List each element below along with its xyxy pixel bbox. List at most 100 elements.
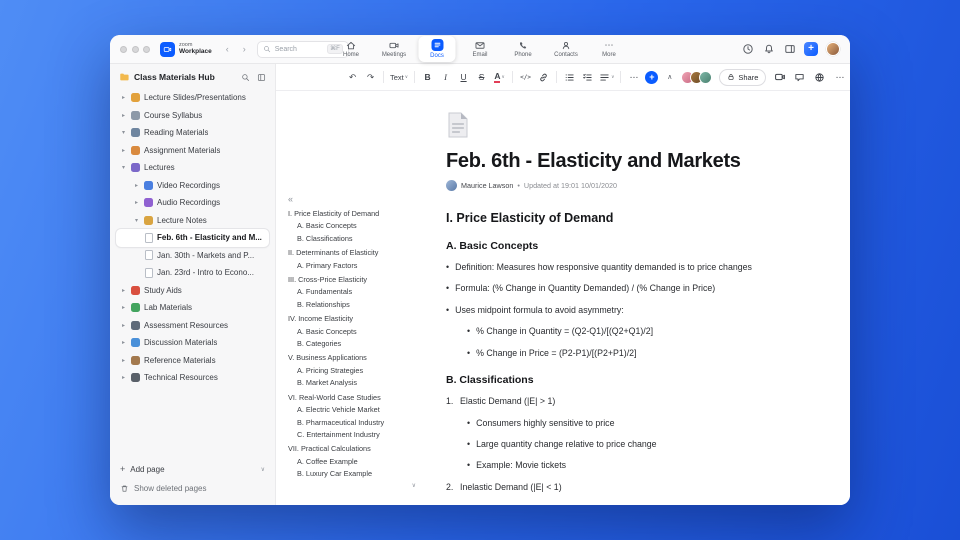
alignment-dropdown[interactable]: ∨: [599, 70, 614, 85]
bold-button[interactable]: B: [421, 70, 434, 85]
doc-more-options-button[interactable]: ⋯: [833, 70, 846, 85]
strikethrough-button[interactable]: S: [475, 70, 488, 85]
tab-meetings[interactable]: Meetings: [376, 36, 413, 62]
outline-item[interactable]: A. Primary Factors: [288, 260, 420, 272]
sidebar-item-jan-30th-note[interactable]: Jan. 30th - Markets and P...: [116, 247, 269, 265]
expand-chevron-icon[interactable]: ▸: [120, 339, 127, 346]
expand-chevron-icon[interactable]: ▸: [120, 287, 127, 294]
expand-chevron-icon[interactable]: ▸: [120, 357, 127, 364]
sidebar-item-reading-materials[interactable]: ▾ Reading Materials: [116, 124, 269, 142]
bullet-item[interactable]: • Formula: (% Change in Quantity Demande…: [446, 283, 790, 294]
text-color-button[interactable]: A ∨: [493, 70, 506, 85]
outline-item[interactable]: B. Relationships: [288, 299, 420, 311]
collapse-chevron-icon[interactable]: ▾: [120, 164, 127, 171]
tab-more[interactable]: ⋯ More: [591, 36, 628, 62]
tab-phone[interactable]: Phone: [505, 36, 542, 62]
minimize-window-button[interactable]: [131, 45, 139, 53]
expand-chevron-icon[interactable]: ▸: [120, 112, 127, 119]
sidebar-collapse-button[interactable]: [255, 71, 267, 83]
sidebar-item-course-syllabus[interactable]: ▸ Course Syllabus: [116, 107, 269, 125]
bullet-item[interactable]: • % Change in Price = (P2-P1)/[(P2+P1)/2…: [467, 348, 790, 359]
sidebar-item-video-recordings[interactable]: ▸ Video Recordings: [116, 177, 269, 195]
outline-item[interactable]: C. Entertainment Industry: [288, 429, 420, 441]
bullet-item[interactable]: • Consumers highly sensitive to price: [467, 418, 790, 429]
text-style-dropdown[interactable]: Text ∨: [390, 70, 408, 85]
outline-item[interactable]: B. Luxury Car Example: [288, 468, 420, 480]
tab-email[interactable]: Email: [462, 36, 499, 62]
tab-contacts[interactable]: Contacts: [548, 36, 585, 62]
add-page-button[interactable]: + Add page ∨: [116, 461, 269, 478]
expand-chevron-icon[interactable]: ▸: [133, 182, 140, 189]
doc-heading-section1[interactable]: I. Price Elasticity of Demand: [446, 211, 790, 225]
collapse-toolbar-button[interactable]: ∧: [663, 70, 676, 85]
maximize-window-button[interactable]: [143, 45, 150, 53]
numbered-item[interactable]: 2. Inelastic Demand (|E| < 1): [446, 482, 790, 493]
bullet-item[interactable]: • Definition: Measures how responsive qu…: [446, 262, 790, 273]
sidebar-item-lecture-notes[interactable]: ▾ Lecture Notes: [116, 212, 269, 230]
user-avatar[interactable]: [826, 42, 840, 56]
bullet-item[interactable]: • Example: Movie tickets: [467, 460, 790, 471]
expand-chevron-icon[interactable]: ▸: [120, 322, 127, 329]
outline-item[interactable]: III. Cross-Price Elasticity: [288, 274, 420, 286]
sidebar-item-feb-6th-note[interactable]: Feb. 6th - Elasticity and M...: [116, 229, 269, 247]
doc-heading-basic-concepts[interactable]: A. Basic Concepts: [446, 240, 790, 252]
notifications-button[interactable]: [762, 43, 775, 56]
sidebar-search-button[interactable]: [239, 71, 251, 83]
sidebar-item-technical-resources[interactable]: ▸ Technical Resources: [116, 369, 269, 387]
outline-item[interactable]: VII. Practical Calculations: [288, 443, 420, 455]
doc-title[interactable]: Feb. 6th - Elasticity and Markets: [446, 150, 790, 173]
redo-button[interactable]: ↷: [364, 70, 377, 85]
translate-button[interactable]: [813, 70, 826, 85]
history-button[interactable]: [741, 43, 754, 56]
chevron-down-icon[interactable]: ∨: [261, 466, 265, 473]
nav-forward-button[interactable]: ›: [238, 43, 251, 56]
close-window-button[interactable]: [120, 45, 127, 53]
nav-back-button[interactable]: ‹: [221, 43, 234, 56]
tab-home[interactable]: Home: [333, 36, 370, 62]
expand-chevron-icon[interactable]: ▸: [120, 147, 127, 154]
outline-item[interactable]: A. Pricing Strategies: [288, 365, 420, 377]
outline-item[interactable]: A. Fundamentals: [288, 286, 420, 298]
sidebar-item-lab-materials[interactable]: ▸ Lab Materials: [116, 299, 269, 317]
outline-item[interactable]: B. Pharmaceutical Industry: [288, 417, 420, 429]
collapse-chevron-icon[interactable]: ▾: [120, 129, 127, 136]
show-deleted-pages-button[interactable]: Show deleted pages: [116, 480, 269, 497]
outline-item[interactable]: I. Price Elasticity of Demand: [288, 208, 420, 220]
comments-button[interactable]: [793, 70, 806, 85]
outline-item[interactable]: IV. Income Elasticity: [288, 313, 420, 325]
underline-button[interactable]: U: [457, 70, 470, 85]
toggle-panel-button[interactable]: [783, 43, 796, 56]
bullet-item[interactable]: • Large quantity change relative to pric…: [467, 439, 790, 450]
checklist-button[interactable]: [581, 70, 594, 85]
outline-item[interactable]: A. Basic Concepts: [288, 220, 420, 232]
sidebar-item-reference-materials[interactable]: ▸ Reference Materials: [116, 352, 269, 370]
outline-item[interactable]: B. Categories: [288, 338, 420, 350]
outline-item[interactable]: V. Business Applications: [288, 352, 420, 364]
bullet-list-button[interactable]: [563, 70, 576, 85]
expand-chevron-icon[interactable]: ▸: [120, 304, 127, 311]
outline-item[interactable]: A. Electric Vehicle Market: [288, 404, 420, 416]
outline-item[interactable]: A. Coffee Example: [288, 456, 420, 468]
sidebar-item-assignment-materials[interactable]: ▸ Assignment Materials: [116, 142, 269, 160]
undo-button[interactable]: ↶: [346, 70, 359, 85]
expand-chevron-icon[interactable]: ▸: [120, 94, 127, 101]
sidebar-item-audio-recordings[interactable]: ▸ Audio Recordings: [116, 194, 269, 212]
collapse-chevron-icon[interactable]: ▾: [133, 217, 140, 224]
outline-item[interactable]: B. Classifications: [288, 233, 420, 245]
tab-docs[interactable]: Docs: [418, 36, 456, 62]
insert-block-button[interactable]: +: [645, 70, 659, 84]
new-item-button[interactable]: +: [804, 42, 818, 56]
expand-chevron-icon[interactable]: ▸: [120, 374, 127, 381]
expand-chevron-icon[interactable]: ▸: [133, 199, 140, 206]
bullet-item[interactable]: • % Change in Quantity = (Q2-Q1)/[(Q2+Q1…: [467, 326, 790, 337]
outline-item[interactable]: VI. Real-World Case Studies: [288, 392, 420, 404]
code-button[interactable]: </>: [519, 70, 532, 85]
outline-item[interactable]: II. Determinants of Elasticity: [288, 247, 420, 259]
share-button[interactable]: Share: [719, 68, 767, 86]
bullet-item[interactable]: • Uses midpoint formula to avoid asymmet…: [446, 305, 790, 316]
sidebar-item-study-aids[interactable]: ▸ Study Aids: [116, 282, 269, 300]
collaborator-avatars[interactable]: [681, 70, 713, 84]
start-meeting-button[interactable]: [773, 70, 786, 85]
outline-item[interactable]: B. Market Analysis: [288, 377, 420, 389]
collaborator-avatar[interactable]: [699, 70, 713, 84]
